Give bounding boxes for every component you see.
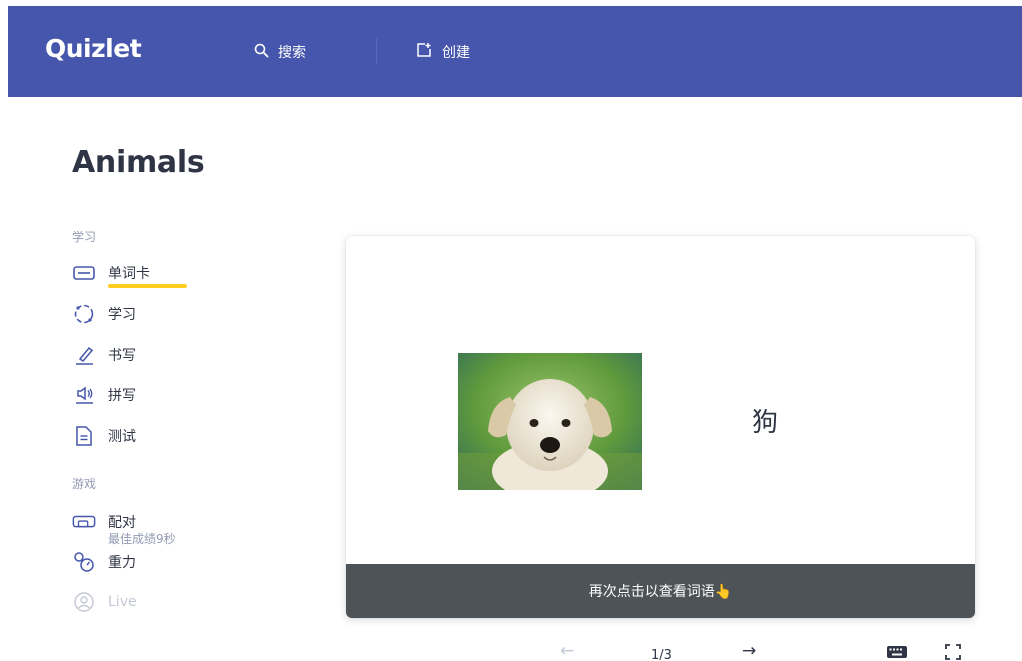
sidebar-item-label: 重力	[108, 555, 136, 571]
top-navigation-bar: Quizlet 搜索 创建	[8, 6, 1022, 97]
arrow-right-icon: →	[742, 641, 757, 661]
fullscreen-button[interactable]	[945, 644, 961, 661]
sidebar-item-test[interactable]: 测试	[72, 425, 136, 447]
create-icon	[416, 42, 432, 62]
flashcard[interactable]: 狗 再次点击以查看词语👆	[346, 236, 975, 618]
card-counter: 1/3	[651, 648, 672, 661]
quizlet-logo[interactable]: Quizlet	[45, 34, 142, 63]
games-section-label: 游戏	[72, 477, 97, 491]
learn-icon	[72, 303, 96, 325]
search-icon	[254, 43, 269, 62]
page-title: Animals	[72, 145, 205, 180]
sidebar-item-label: 拼写	[108, 388, 136, 404]
sidebar-item-label: 配对	[108, 515, 136, 531]
keyboard-icon	[886, 646, 908, 661]
search-button[interactable]: 搜索	[254, 42, 306, 62]
sidebar-item-learn[interactable]: 学习	[72, 303, 136, 325]
sidebar-item-live[interactable]: Live	[72, 591, 137, 613]
create-label: 创建	[442, 45, 470, 61]
sidebar-item-label: Live	[108, 594, 137, 610]
sidebar-item-label: 测试	[108, 429, 136, 445]
best-score-note: 最佳成绩9秒	[108, 532, 176, 546]
create-button[interactable]: 创建	[416, 42, 470, 62]
sidebar-item-gravity[interactable]: 重力	[72, 551, 136, 573]
sidebar-item-label: 书写	[108, 348, 136, 364]
next-card-button[interactable]: →	[742, 641, 756, 661]
study-section-label: 学习	[72, 230, 97, 244]
flip-hint-bar[interactable]: 再次点击以查看词语👆	[346, 564, 975, 618]
puppy-image	[458, 353, 642, 490]
keyboard-shortcuts-button[interactable]	[886, 644, 908, 661]
sidebar-item-spell[interactable]: 拼写	[72, 384, 136, 406]
arrow-left-icon: ←	[560, 641, 575, 661]
flashcards-icon	[72, 262, 96, 284]
match-icon	[72, 511, 96, 533]
sidebar-item-write[interactable]: 书写	[72, 344, 136, 366]
live-icon	[72, 591, 96, 613]
search-label: 搜索	[278, 45, 306, 61]
gravity-icon	[72, 551, 96, 573]
nav-divider	[376, 38, 377, 64]
fullscreen-icon	[945, 644, 961, 661]
test-icon	[72, 425, 96, 447]
sidebar-item-label: 单词卡	[108, 266, 150, 282]
sidebar-item-label: 学习	[108, 307, 136, 323]
write-icon	[72, 344, 96, 366]
flashcard-term: 狗	[752, 408, 779, 438]
spell-icon	[72, 384, 96, 406]
previous-card-button[interactable]: ←	[560, 641, 574, 661]
active-item-underline	[108, 284, 187, 288]
sidebar-item-flashcards[interactable]: 单词卡	[72, 262, 150, 284]
